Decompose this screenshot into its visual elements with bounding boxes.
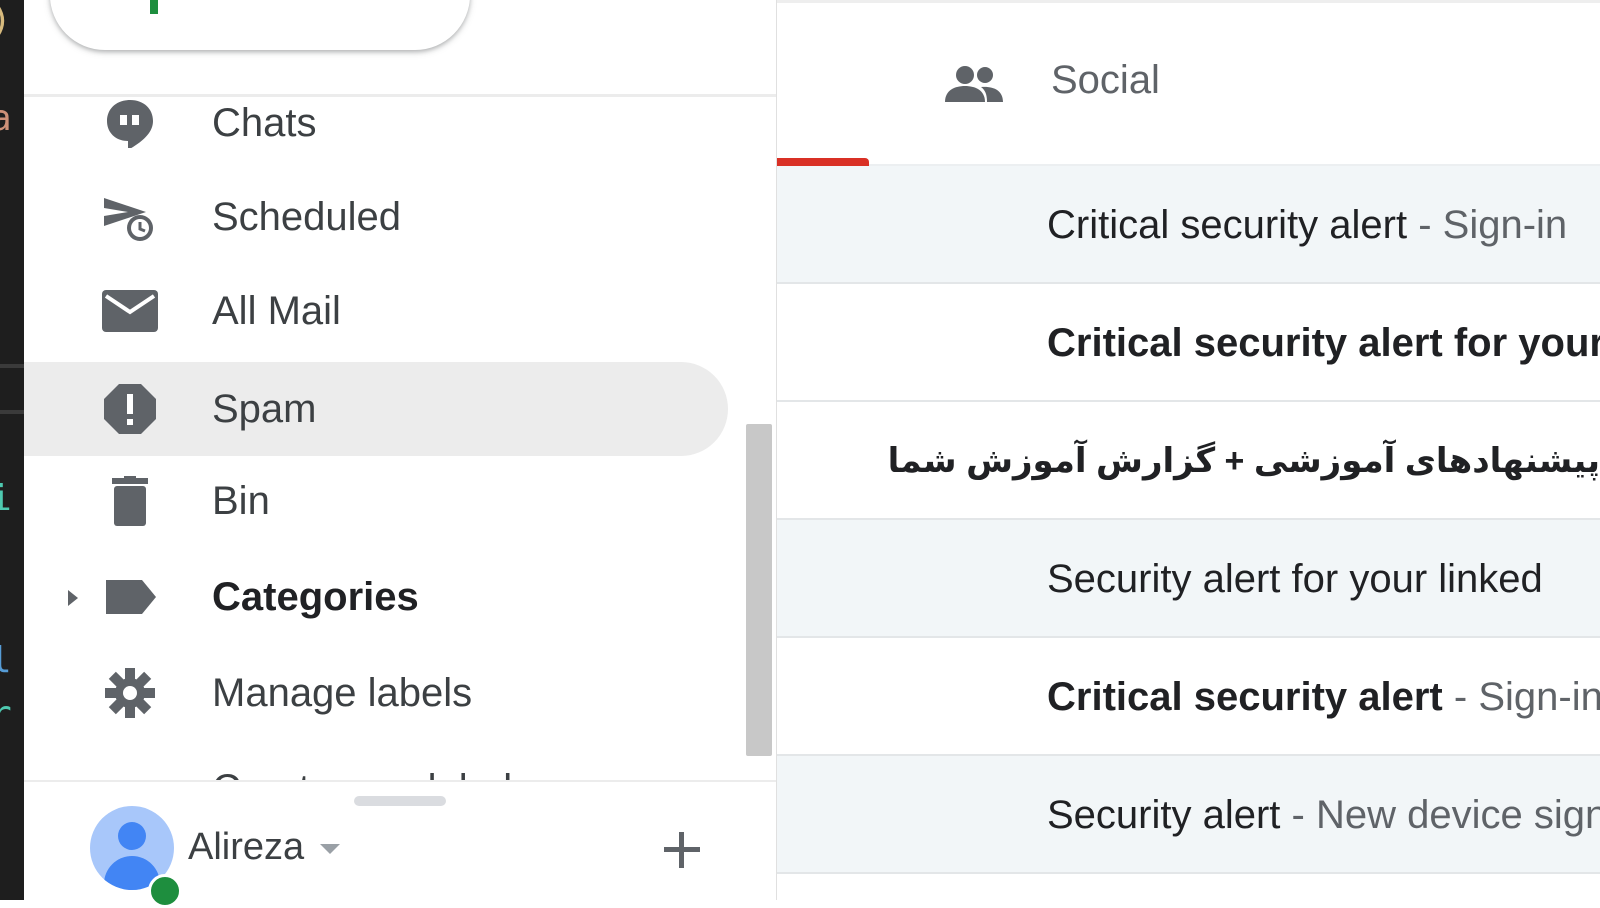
mail-subject: Critical security alert: [1047, 675, 1443, 719]
sidebar-item-all-mail[interactable]: All Mail: [24, 264, 728, 358]
chevron-down-icon[interactable]: [320, 844, 340, 854]
mail-snippet: Sign-in: [1478, 675, 1600, 719]
mail-subject-line: پیشنهادهای آموزشی + گزارش آموزش شما: [888, 436, 1600, 486]
mail-row[interactable]: Critical security alert for your: [777, 284, 1600, 402]
editor-code-fragment: ): [0, 0, 12, 41]
mail-separator: -: [1418, 203, 1432, 247]
mail-row[interactable]: پیشنهادهای آموزشی + گزارش آموزش شما: [777, 402, 1600, 520]
tab-social[interactable]: Social: [777, 0, 1600, 166]
mail-row[interactable]: Critical security alert - Sign-in: [777, 166, 1600, 284]
sidebar-item-manage-labels[interactable]: Manage labels: [24, 646, 728, 740]
sidebar-item-label: Chats: [212, 101, 317, 145]
sidebar-item-label: Manage labels: [212, 671, 473, 715]
trash-icon: [112, 476, 148, 526]
editor-code-fragment: i: [0, 478, 12, 519]
sidebar-item-bin[interactable]: Bin: [24, 454, 728, 548]
people-icon: [945, 66, 1003, 102]
sidebar-item-scheduled[interactable]: Scheduled: [24, 170, 728, 264]
active-tab-indicator: [777, 158, 869, 166]
online-status-icon: [148, 874, 182, 908]
editor-divider: [0, 364, 24, 368]
hangouts-footer: Alireza: [24, 780, 776, 908]
mail-list-panel: Social Critical security alert - Sign-in…: [777, 0, 1600, 900]
scheduled-icon: [104, 198, 153, 241]
mail-separator: -: [1453, 675, 1468, 719]
mail-snippet: New device signed in: [1316, 793, 1600, 837]
editor-code-fragment: a: [0, 98, 12, 139]
editor-code-fragment: l: [0, 640, 12, 681]
mail-subject-line: Critical security alert - Sign-in: [1047, 200, 1567, 250]
mail-subject: Security alert: [1047, 793, 1281, 837]
mail-row[interactable]: Security alert for your linked: [777, 520, 1600, 638]
avatar-head: [118, 822, 146, 850]
sidebar-item-categories[interactable]: Categories: [24, 550, 728, 644]
mail-row[interactable]: Critical security alert - Sign-in: [777, 638, 1600, 756]
sidebar-item-label: Scheduled: [212, 195, 402, 239]
mail-subject-line: Security alert - New device signed in: [1047, 790, 1600, 840]
drag-handle[interactable]: [354, 796, 446, 806]
label-icon: [106, 580, 156, 614]
sidebar-item-label: All Mail: [212, 289, 341, 333]
compose-button[interactable]: [50, 0, 470, 50]
sidebar-item-label: Categories: [212, 575, 419, 619]
mail-subject-line: Security alert for your linked: [1047, 554, 1543, 604]
mail-subject: Security alert for your linked: [1047, 557, 1543, 601]
mail-subject-line: Critical security alert for your: [1047, 318, 1600, 368]
editor-code-fragment: r: [0, 694, 12, 735]
mail-subject: Critical security alert for your: [1047, 321, 1600, 365]
editor-divider: [0, 410, 24, 414]
expand-arrow-icon[interactable]: [64, 584, 84, 612]
mail-subject-line: Critical security alert - Sign-in: [1047, 672, 1600, 722]
account-name[interactable]: Alireza: [188, 826, 304, 869]
tab-label: Social: [1051, 58, 1160, 102]
mail-snippet: Sign-in: [1442, 203, 1568, 247]
sidebar-item-spam[interactable]: Spam: [24, 362, 728, 456]
chat-icon: [107, 100, 153, 148]
background-editor-strip: ) a i l r: [0, 0, 24, 900]
mail-separator: -: [1291, 793, 1305, 837]
sidebar: Chats Scheduled All Mail Spam Bin Catego…: [24, 0, 777, 908]
add-contact-button[interactable]: [660, 828, 704, 872]
mail-subject: Critical security alert: [1047, 203, 1408, 247]
compose-plus-icon: [150, 0, 158, 14]
mail-subject: پیشنهادهای آموزشی + گزارش آموزش شما: [887, 442, 1600, 480]
mail-icon: [102, 290, 158, 332]
spam-icon: [104, 384, 156, 434]
gear-icon: [105, 668, 155, 718]
sidebar-item-label: Spam: [212, 387, 317, 431]
mail-row[interactable]: Security alert - New device signed in: [777, 756, 1600, 874]
sidebar-item-label: Bin: [212, 479, 270, 523]
sidebar-item-chats[interactable]: Chats: [24, 76, 728, 170]
sidebar-scrollbar[interactable]: [746, 424, 772, 756]
